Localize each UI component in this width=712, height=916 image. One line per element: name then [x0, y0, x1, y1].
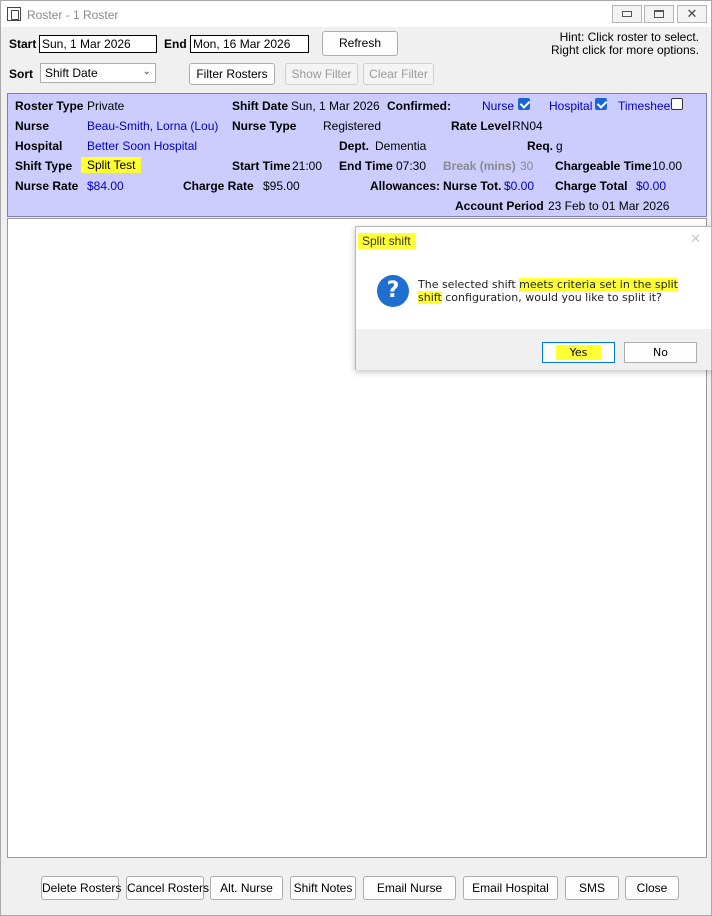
end-label: End [164, 37, 187, 51]
shift-notes-button[interactable]: Shift Notes [290, 876, 356, 900]
title-bar: Roster - 1 Roster ✕ [1, 1, 711, 27]
minimize-button[interactable] [612, 5, 642, 23]
dialog-yes-button[interactable]: Yes [542, 342, 615, 363]
window-close-button[interactable]: ✕ [677, 5, 707, 23]
charge-total-value: $0.00 [636, 179, 667, 193]
dialog-footer: Yes No [356, 329, 711, 370]
shift-type-label: Shift Type [15, 159, 73, 173]
sort-select[interactable]: Shift Date ⌄ [40, 63, 156, 83]
account-period-value: 23 Feb to 01 Mar 2026 [548, 199, 670, 213]
confirmed-timesheet-checkbox[interactable] [671, 98, 683, 110]
window-title: Roster - 1 Roster [27, 8, 119, 22]
allowances-label: Allowances: [370, 179, 441, 193]
confirmed-label: Confirmed: [387, 99, 451, 113]
email-hospital-button[interactable]: Email Hospital [463, 876, 558, 900]
roster-type-label: Roster Type [15, 99, 84, 113]
dialog-title: Split shift [358, 233, 415, 249]
nurse-type-value: Registered [323, 119, 382, 133]
cancel-rosters-button[interactable]: Cancel Rosters [126, 876, 209, 900]
dialog-no-button[interactable]: No [624, 342, 697, 363]
end-time-value: 07:30 [396, 159, 427, 173]
shift-type-value: Split Test [81, 157, 142, 173]
charge-rate-label: Charge Rate [183, 179, 254, 193]
end-time-label: End Time [339, 159, 393, 173]
confirmed-timesheet-label: Timesheet [618, 99, 674, 113]
email-nurse-button[interactable]: Email Nurse [363, 876, 456, 900]
question-icon: ? [377, 275, 409, 307]
break-label: Break (mins) [443, 159, 516, 173]
maximize-button[interactable] [644, 5, 674, 23]
req-value: g [556, 139, 563, 153]
charge-total-label: Charge Total [555, 179, 628, 193]
action-bar: Delete Rosters Cancel Rosters Alt. Nurse… [1, 861, 711, 915]
sort-label: Sort [9, 67, 33, 81]
app-icon [7, 7, 21, 21]
close-icon: ✕ [686, 6, 698, 21]
roster-detail-panel[interactable]: Roster Type Private Shift Date Sun, 1 Ma… [7, 93, 707, 217]
confirmed-hospital-checkbox[interactable] [595, 98, 607, 110]
nurse-type-label: Nurse Type [232, 119, 297, 133]
chevron-down-icon: ⌄ [142, 66, 151, 77]
delete-rosters-button[interactable]: Delete Rosters [41, 876, 121, 900]
start-time-value: 21:00 [292, 159, 323, 173]
alt-nurse-button[interactable]: Alt. Nurse [210, 876, 283, 900]
filter-rosters-button[interactable]: Filter Rosters [189, 63, 275, 85]
nurse-total-value: $0.00 [504, 179, 535, 193]
hint-line-2: Right click for more options. [550, 43, 699, 57]
dialog-message: The selected shift meets criteria set in… [418, 278, 703, 304]
close-button[interactable]: Close [625, 876, 679, 900]
nurse-rate-value: $84.00 [87, 179, 124, 193]
charge-rate-value: $95.00 [263, 179, 300, 193]
split-shift-dialog: Split shift ✕ ? The selected shift meets… [355, 226, 712, 370]
nurse-value[interactable]: Beau-Smith, Lorna (Lou) [87, 119, 218, 133]
dialog-yes-label: Yes [555, 345, 602, 360]
start-time-label: Start Time [232, 159, 291, 173]
account-period-label: Account Period [455, 199, 544, 213]
clear-filter-button[interactable]: Clear Filter [363, 63, 434, 85]
confirmed-nurse-checkbox[interactable] [518, 98, 530, 110]
dialog-close-icon[interactable]: ✕ [690, 231, 701, 247]
sms-button[interactable]: SMS [565, 876, 619, 900]
req-label: Req. [527, 139, 554, 153]
minimize-icon [622, 11, 632, 17]
hospital-value[interactable]: Better Soon Hospital [87, 139, 197, 153]
nurse-rate-label: Nurse Rate [15, 179, 79, 193]
roster-window: Roster - 1 Roster ✕ Start Sun, 1 Mar 202… [0, 0, 712, 916]
dept-label: Dept. [339, 139, 369, 153]
nurse-label: Nurse [15, 119, 50, 133]
rate-level-value: RN04 [512, 119, 543, 133]
confirmed-hospital-label: Hospital [549, 99, 593, 113]
chargeable-time-label: Chargeable Time [555, 159, 652, 173]
chargeable-time-value: 10.00 [652, 159, 683, 173]
dept-value: Dementia [375, 139, 427, 153]
start-date-input[interactable]: Sun, 1 Mar 2026 [39, 35, 157, 53]
dialog-message-part-2: configuration, would you like to split i… [441, 291, 662, 304]
sort-select-value: Shift Date [45, 66, 98, 80]
shift-date-value: Sun, 1 Mar 2026 [291, 99, 380, 113]
hint-text: Hint: Click roster to select. Right clic… [551, 31, 699, 57]
refresh-button[interactable]: Refresh [322, 31, 398, 56]
show-filter-button[interactable]: Show Filter [285, 63, 358, 85]
roster-type-value: Private [87, 99, 125, 113]
rate-level-label: Rate Level [451, 119, 512, 133]
maximize-icon [654, 10, 664, 18]
confirmed-nurse-label: Nurse [482, 99, 515, 113]
break-value: 30 [520, 159, 534, 173]
end-date-input[interactable]: Mon, 16 Mar 2026 [190, 35, 309, 53]
dialog-message-part-1: The selected shift [418, 278, 520, 291]
shift-date-label: Shift Date [232, 99, 289, 113]
nurse-total-label: Nurse Tot. [443, 179, 502, 193]
start-label: Start [9, 37, 37, 51]
hospital-label: Hospital [15, 139, 63, 153]
